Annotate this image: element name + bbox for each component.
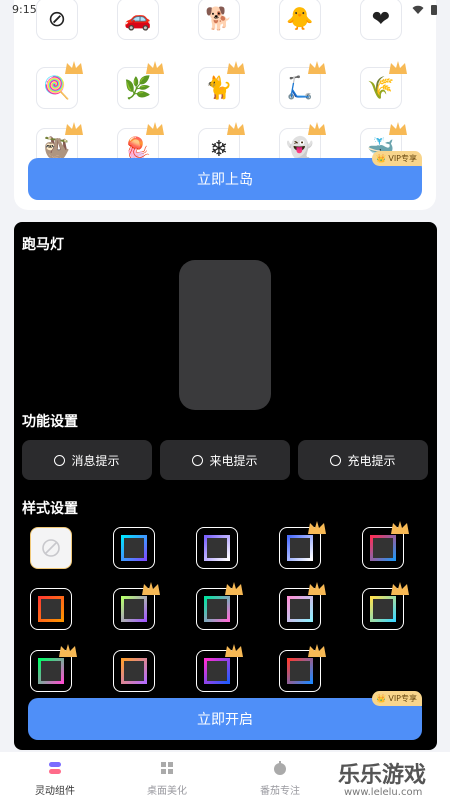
style-preview <box>204 535 230 561</box>
vip-badge: 👑 VIP专享 <box>372 151 422 166</box>
widgets-icon <box>49 762 61 774</box>
black-cat-icon[interactable]: 🐈 <box>198 61 245 109</box>
style-settings-title: 样式设置 <box>22 501 78 517</box>
style-preview <box>38 596 64 622</box>
style-tile[interactable] <box>30 588 72 630</box>
style-none-tile[interactable] <box>30 527 72 569</box>
style-preview <box>121 535 147 561</box>
start-marquee-label: 立即开启 <box>197 712 253 728</box>
style-tile[interactable] <box>279 582 326 630</box>
style-preview <box>204 658 230 684</box>
style-preview <box>370 535 396 561</box>
style-preview <box>38 658 64 684</box>
start-island-label: 立即上岛 <box>197 172 253 188</box>
nav-item-pomodoro[interactable]: 番茄专注 <box>235 760 325 797</box>
hand-icon: 👑 <box>376 154 387 163</box>
radio-icon <box>54 454 66 466</box>
svg-text:www.lelelu.com: www.lelelu.com <box>344 787 422 798</box>
style-tile[interactable] <box>279 521 326 569</box>
bottom-navigation: 灵动组件 桌面美化 番茄专注 乐乐游戏 www.lelelu.com <box>0 752 450 800</box>
style-tile[interactable] <box>196 644 243 692</box>
style-preview <box>121 658 147 684</box>
island-widget-card: ⊘ 🚗 🐕 🐥 ❤ 🍭 🌿 🐈 🛴 🌾 🦥 🪼 ❄ 👻 🐳 立即上岛 👑 VIP专享 <box>14 0 436 210</box>
nav-item-desktop[interactable]: 桌面美化 <box>122 760 212 797</box>
watermark-logo: 乐乐游戏 www.lelelu.com <box>338 762 426 798</box>
option-call-alert[interactable]: 来电提示 <box>160 440 290 480</box>
vip-badge: 👑 VIP专享 <box>372 691 422 706</box>
function-settings-title: 功能设置 <box>22 414 78 430</box>
scooter-icon[interactable]: 🛴 <box>279 61 326 109</box>
style-tile[interactable] <box>362 582 409 630</box>
style-preview <box>287 596 313 622</box>
radio-icon <box>192 454 204 466</box>
battery-icon <box>431 5 437 15</box>
style-tile[interactable] <box>362 521 409 569</box>
start-marquee-button[interactable]: 立即开启 👑 VIP专享 <box>28 691 422 740</box>
option-charge-alert[interactable]: 充电提示 <box>298 440 428 480</box>
status-time: 9:15 <box>12 3 37 16</box>
status-bar: 9:15 <box>0 0 450 20</box>
style-tile[interactable] <box>30 644 77 692</box>
hand-icon: 👑 <box>376 694 387 703</box>
start-island-button[interactable]: 立即上岛 👑 VIP专享 <box>28 151 422 200</box>
style-tile[interactable] <box>196 582 243 630</box>
style-tile[interactable] <box>279 644 326 692</box>
lollipop-icon[interactable]: 🍭 <box>36 61 83 109</box>
style-tile[interactable] <box>113 527 155 569</box>
style-preview <box>121 596 147 622</box>
disabled-icon <box>42 539 60 557</box>
wifi-icon <box>412 5 424 14</box>
status-icons <box>412 4 438 16</box>
radio-icon <box>330 454 342 466</box>
marquee-card: 跑马灯 功能设置 消息提示 来电提示 充电提示 样式设置 立即开启 👑 VIP专享 <box>14 222 437 750</box>
willow-icon[interactable]: 🌾 <box>360 61 407 109</box>
option-message-alert[interactable]: 消息提示 <box>22 440 152 480</box>
marquee-title: 跑马灯 <box>22 237 64 253</box>
nav-item-widgets[interactable]: 灵动组件 <box>10 760 100 797</box>
style-tile[interactable] <box>113 582 160 630</box>
style-tile[interactable] <box>196 527 238 569</box>
style-preview <box>287 535 313 561</box>
grid-icon <box>161 762 173 774</box>
style-preview <box>287 658 313 684</box>
grass-icon[interactable]: 🌿 <box>117 61 164 109</box>
phone-preview <box>179 260 271 410</box>
tomato-icon <box>274 761 286 775</box>
style-tile[interactable] <box>113 650 155 692</box>
svg-text:乐乐游戏: 乐乐游戏 <box>338 762 426 788</box>
style-preview <box>370 596 396 622</box>
style-preview <box>204 596 230 622</box>
